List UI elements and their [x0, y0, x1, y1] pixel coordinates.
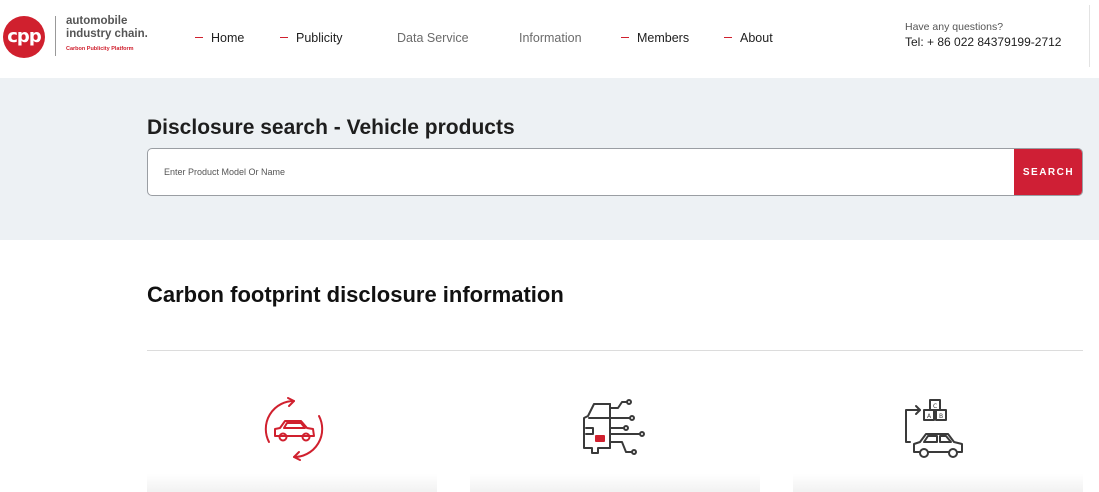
card-background	[470, 474, 760, 492]
logo-tagline: Carbon Publicity Platform	[66, 46, 134, 52]
nav-item-home[interactable]: Home	[195, 30, 244, 46]
nav-item-label: Publicity	[296, 31, 343, 45]
contact-info: Have any questions? Tel: + 86 022 843791…	[905, 21, 1061, 50]
logo-divider	[55, 16, 56, 56]
nav-item-about[interactable]: About	[724, 30, 773, 46]
logo-mark-text: cpp	[7, 26, 41, 47]
nav-item-label: About	[740, 31, 773, 45]
site-header: cpp automobile industry chain. Carbon Pu…	[0, 0, 1099, 78]
nav-marker	[280, 37, 288, 39]
car-circuit-icon[interactable]	[580, 396, 646, 462]
site-logo[interactable]: cpp automobile industry chain. Carbon Pu…	[3, 14, 153, 60]
nav-item-label: Information	[519, 31, 582, 45]
svg-text:B: B	[939, 413, 943, 420]
nav-item-members[interactable]: Members	[621, 30, 689, 46]
nav-item-label: Home	[211, 31, 245, 45]
card-background	[793, 474, 1083, 492]
nav-item-data-service[interactable]: Data Service	[397, 30, 469, 46]
logo-text-line2: industry chain.	[66, 28, 148, 40]
card-background	[147, 474, 437, 492]
search-input[interactable]	[148, 149, 1016, 195]
logo-text-line1: automobile	[66, 15, 128, 27]
nav-marker	[724, 37, 732, 39]
car-cycle-icon[interactable]	[261, 396, 327, 462]
search-title: Disclosure search - Vehicle products	[147, 116, 515, 139]
contact-question: Have any questions?	[905, 21, 1004, 33]
search-section: Disclosure search - Vehicle products SEA…	[0, 78, 1099, 240]
nav-item-information[interactable]: Information	[519, 30, 582, 46]
search-box: SEARCH	[147, 148, 1083, 196]
svg-text:C: C	[933, 403, 937, 410]
nav-item-label: Data Service	[397, 31, 469, 45]
logo-mark: cpp	[3, 16, 45, 58]
contact-phone[interactable]: Tel: + 86 022 84379199-2712	[905, 35, 1061, 50]
nav-marker	[621, 37, 629, 39]
header-edge-divider	[1089, 5, 1090, 67]
nav-marker	[195, 37, 203, 39]
car-parts-icon[interactable]: A B C	[900, 396, 966, 462]
nav-item-publicity[interactable]: Publicity	[280, 30, 343, 46]
svg-text:A: A	[927, 413, 932, 420]
search-button[interactable]: SEARCH	[1014, 149, 1082, 195]
section-title: Carbon footprint disclosure information	[147, 282, 564, 307]
nav-item-label: Members	[637, 31, 690, 45]
section-divider	[147, 350, 1083, 351]
